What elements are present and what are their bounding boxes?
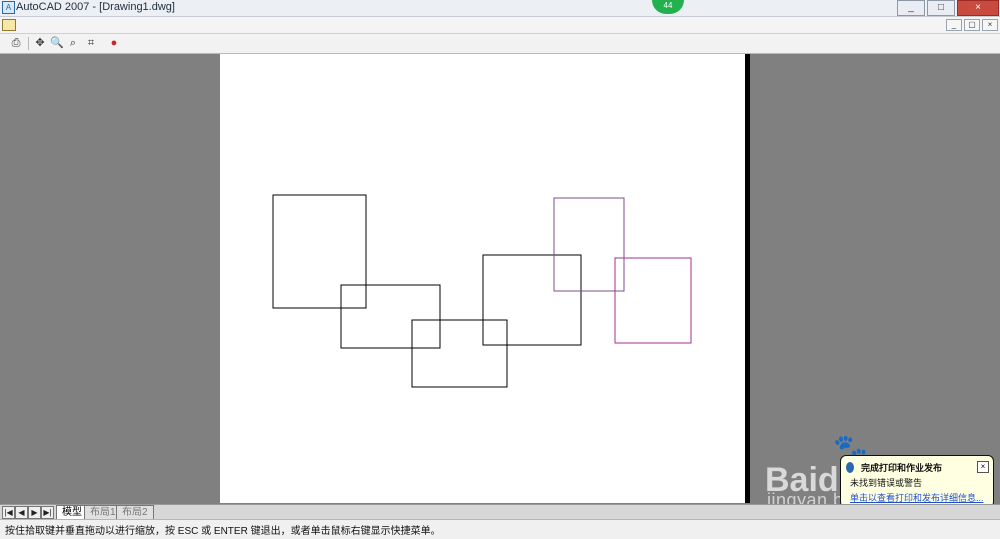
drawing-rectangle-1[interactable] [272,194,367,309]
drawing-rectangle-magenta[interactable] [614,257,692,344]
zoom-original-icon[interactable]: ⌗ [84,36,98,50]
close-window-button[interactable]: × [957,0,999,16]
zoom-realtime-icon[interactable]: 🔍 [50,36,64,50]
paper-shadow [745,54,750,503]
window-title: AutoCAD 2007 - [Drawing1.dwg] [16,1,175,13]
drawing-rectangle-purple[interactable] [553,197,625,292]
last-tab-button[interactable]: ▶| [41,506,54,519]
counter-badge: 44 [652,0,684,14]
document-controls: _ ▢ × [946,19,998,31]
pan-icon[interactable]: ✥ [33,36,47,50]
document-restore-button[interactable]: ▢ [964,19,980,31]
notification-close-button[interactable]: × [977,461,989,473]
window-controls: _ □ × [897,0,999,16]
status-message: 按住拾取键并垂直拖动以进行缩放，按 ESC 或 ENTER 键退出，或者单击鼠标… [5,526,441,537]
drawing-canvas[interactable] [220,54,745,503]
drawing-workspace[interactable] [0,54,1000,504]
document-minimize-button[interactable]: _ [946,19,962,31]
tab-layout2[interactable]: 布局2 [116,505,154,519]
status-bar: 按住拾取键并垂直拖动以进行缩放，按 ESC 或 ENTER 键退出，或者单击鼠标… [0,519,1000,539]
drawing-rectangle-2[interactable] [340,284,441,349]
info-icon [846,462,854,473]
layout-tabstrip: |◀ ◀ ▶ ▶| 模型 布局1 布局2 [0,504,1000,519]
toolbar-separator [28,37,29,50]
autocad-app-icon: A [2,1,15,14]
minimize-button[interactable]: _ [897,0,925,16]
drawing-rectangle-3[interactable] [411,319,508,388]
first-tab-button[interactable]: |◀ [2,506,15,519]
close-preview-icon[interactable]: ● [107,36,121,50]
paper-sheet [220,54,745,503]
next-tab-button[interactable]: ▶ [28,506,41,519]
notification-title: 完成打印和作业发布 [861,463,943,473]
zoom-window-icon[interactable]: ⌕ [66,36,80,50]
previous-tab-button[interactable]: ◀ [15,506,28,519]
title-bar: A AutoCAD 2007 - [Drawing1.dwg] 44 _ □ × [0,0,1000,17]
document-close-button[interactable]: × [982,19,998,31]
preview-toolbar: ⎙ ✥ 🔍 ⌕ ⌗ ● [0,34,1000,54]
document-bar: _ ▢ × [0,17,1000,34]
document-icon [2,19,16,31]
notification-description: 未找到错误或警告 [850,478,923,488]
notification-details-link[interactable]: 单击以查看打印和发布详细信息... [850,491,984,504]
drawing-rectangle-4[interactable] [482,254,582,346]
maximize-button[interactable]: □ [927,0,955,16]
notification-balloon: 完成打印和作业发布 × 未找到错误或警告 单击以查看打印和发布详细信息... [840,455,994,508]
print-icon[interactable]: ⎙ [9,36,23,50]
